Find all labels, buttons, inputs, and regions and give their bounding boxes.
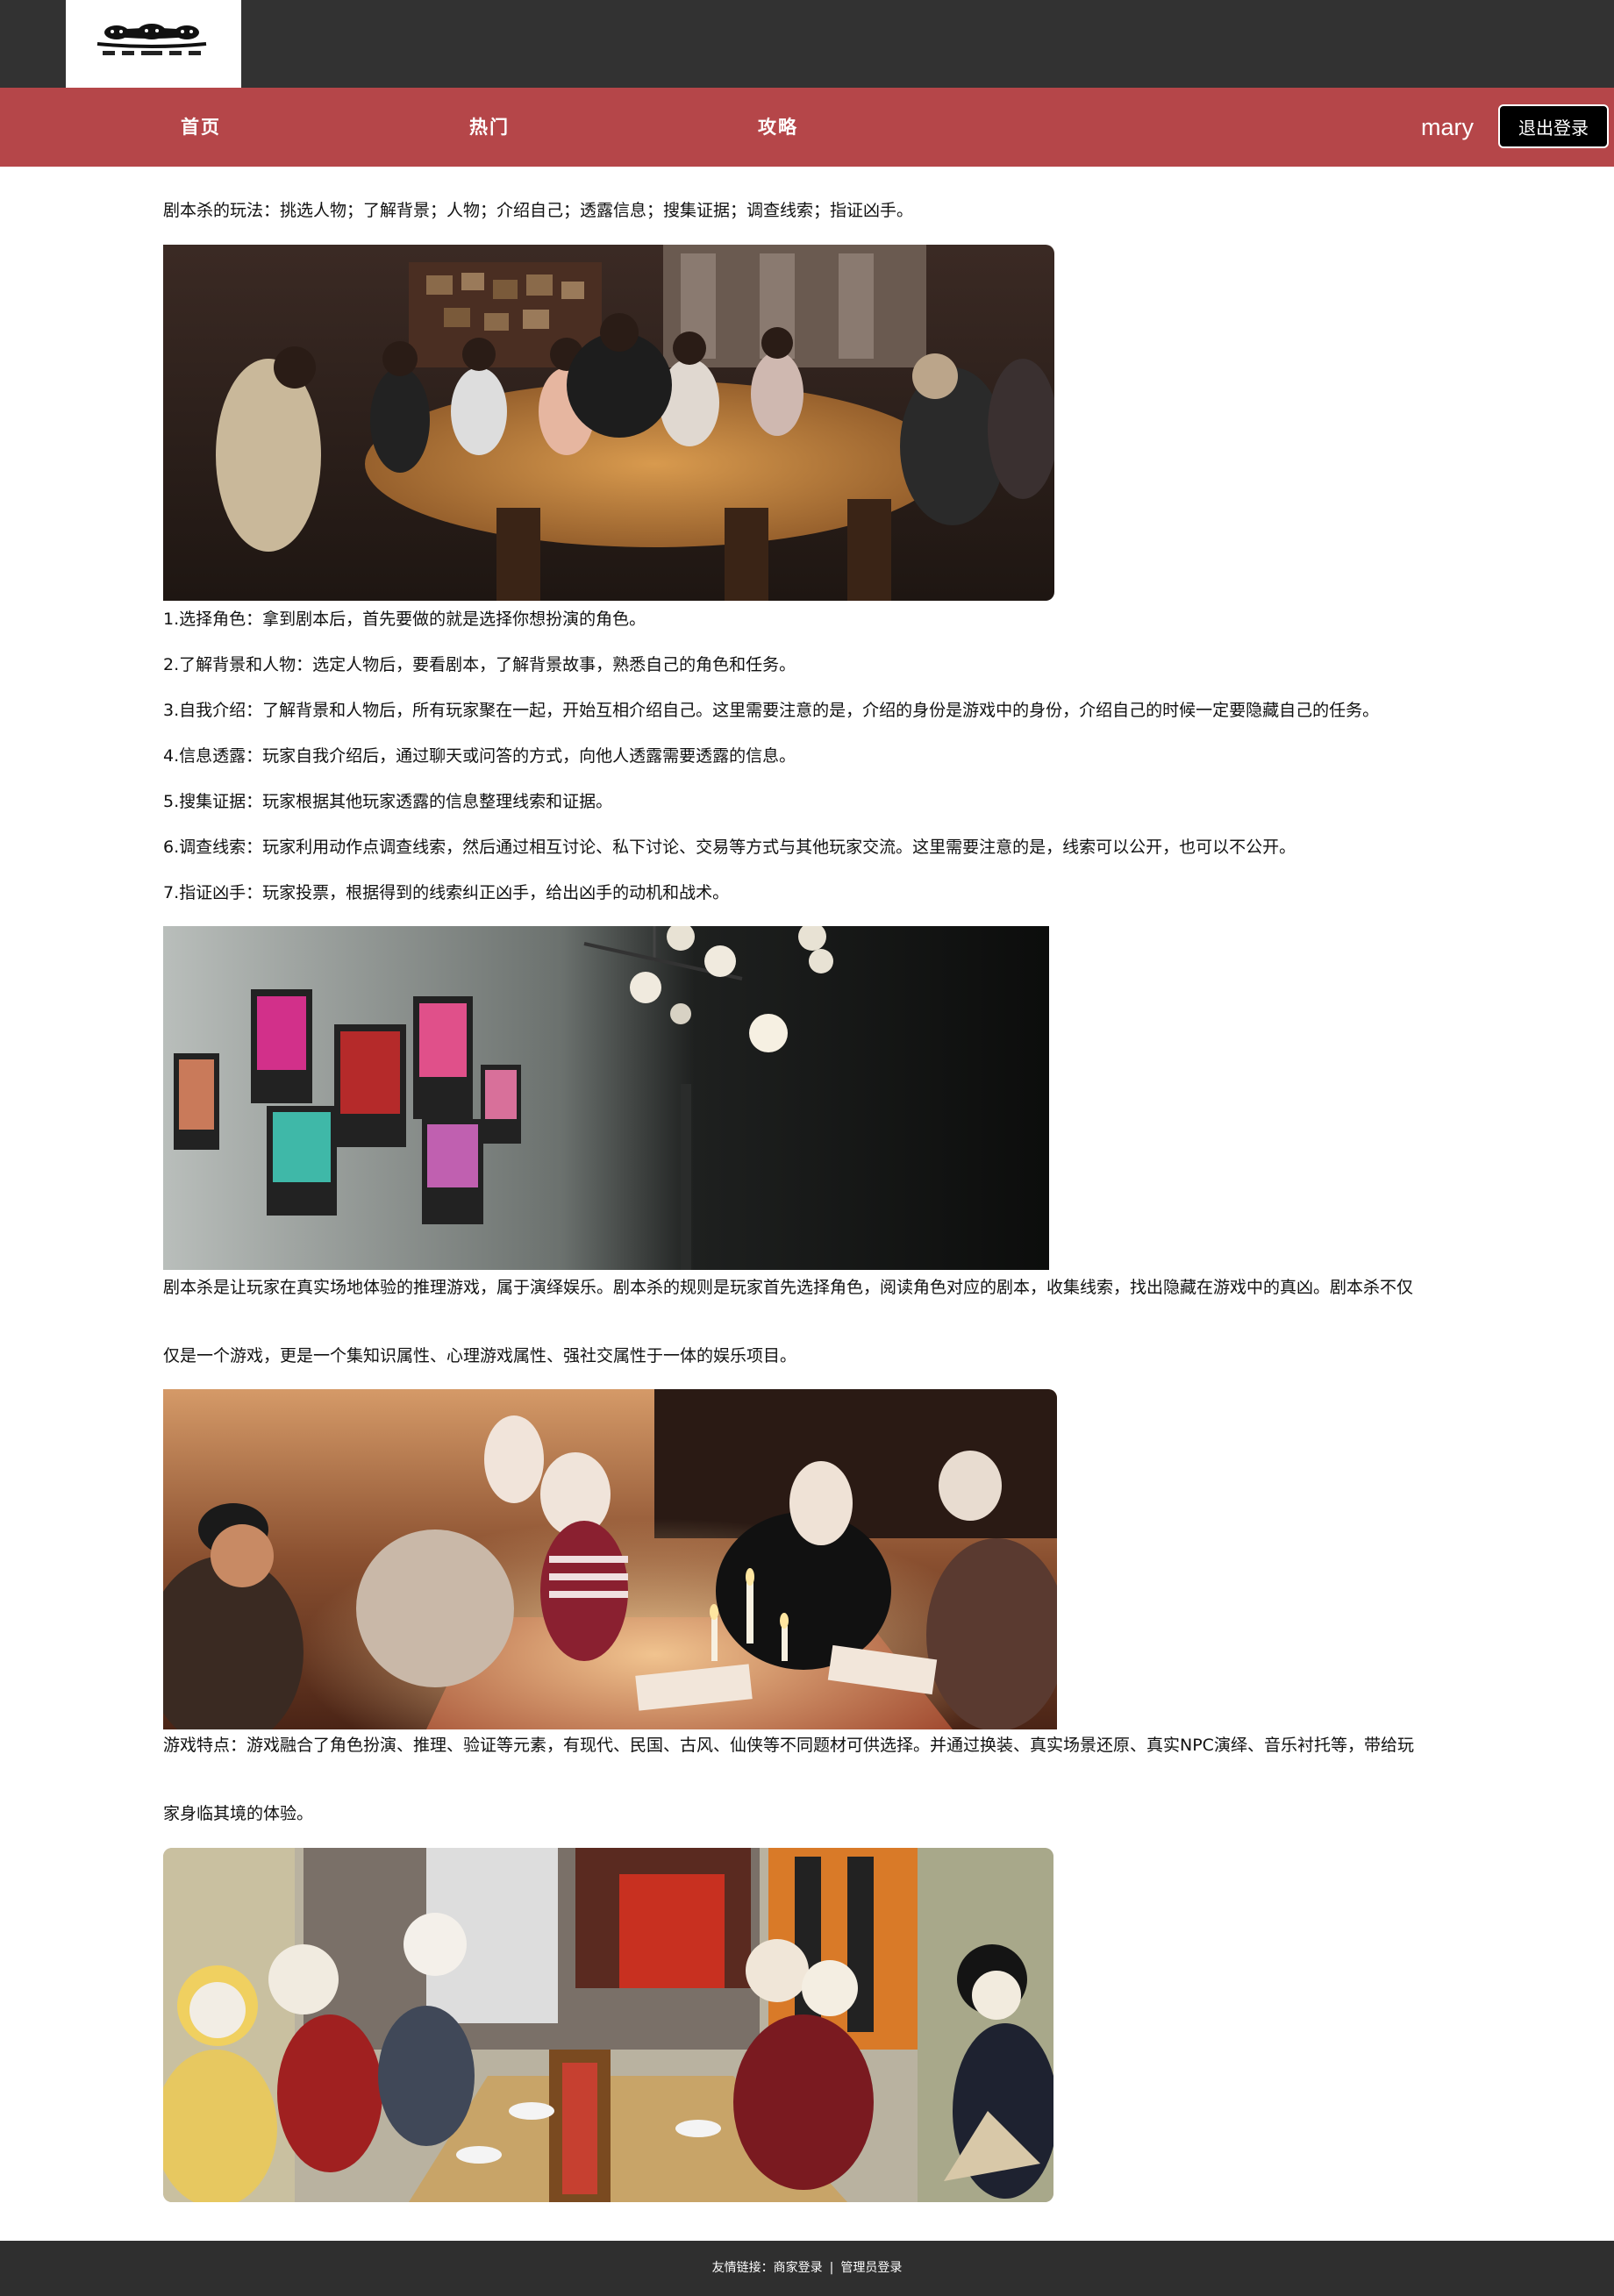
character-posters-wall-photo [163, 926, 1049, 1270]
costumed-players-cat-faces-photo [163, 1848, 1053, 2202]
top-header-bar [0, 0, 1614, 88]
nav-guide[interactable]: 攻略 [758, 88, 798, 167]
step-2-text: 2.了解背景和人物：选定人物后，要看剧本，了解背景故事，熟悉自己的角色和任务。 [163, 655, 796, 674]
features-text-b: 家身临其境的体验。 [163, 1804, 314, 1823]
players-around-table-photo [163, 245, 1054, 601]
step-4-text: 4.信息透露：玩家自我介绍后，通过聊天或问答的方式，向他人透露需要透露的信息。 [163, 746, 796, 766]
footer-links-prefix: 友情链接： [711, 2261, 774, 2275]
description-text-1a: 剧本杀是让玩家在真实场地体验的推理游戏，属于演绎娱乐。剧本杀的规则是玩家首先选择… [163, 1278, 1414, 1297]
masked-figures-logo-icon [96, 24, 207, 55]
nav-home[interactable]: 首页 [181, 88, 221, 167]
description-text-1b: 仅是一个游戏，更是一个集知识属性、心理游戏属性、强社交属性于一体的娱乐项目。 [163, 1346, 797, 1365]
features-text-a: 游戏特点：游戏融合了角色扮演、推理、验证等元素，有现代、民国、古风、仙侠等不同题… [163, 1736, 1414, 1755]
current-username: mary [1421, 114, 1474, 140]
merchant-login-link[interactable]: 商家登录 [774, 2261, 823, 2275]
masked-players-candlelight-photo [163, 1389, 1057, 1729]
site-footer: 友情链接：商家登录 | 管理员登录 [0, 2241, 1614, 2296]
logout-button[interactable]: 退出登录 [1498, 104, 1609, 148]
step-1-text: 1.选择角色：拿到剧本后，首先要做的就是选择你想扮演的角色。 [163, 610, 646, 629]
step-5-text: 5.搜集证据：玩家根据其他玩家透露的信息整理线索和证据。 [163, 792, 613, 811]
admin-login-link[interactable]: 管理员登录 [840, 2261, 902, 2275]
main-navigation: 首页 热门 攻略 mary [0, 88, 1614, 167]
intro-text: 剧本杀的玩法：挑选人物；了解背景；人物；介绍自己；透露信息；搜集证据；调查线索；… [163, 201, 914, 220]
step-7-text: 7.指证凶手：玩家投票，根据得到的线索纠正凶手，给出凶手的动机和战术。 [163, 883, 730, 902]
footer-separator: | [829, 2261, 834, 2275]
step-3-text: 3.自我介绍：了解背景和人物后，所有玩家聚在一起，开始互相介绍自己。这里需要注意… [163, 701, 1380, 720]
nav-hot[interactable]: 热门 [469, 88, 510, 167]
site-logo[interactable] [66, 0, 241, 88]
step-6-text: 6.调查线索：玩家利用动作点调查线索，然后通过相互讨论、私下讨论、交易等方式与其… [163, 838, 1296, 857]
